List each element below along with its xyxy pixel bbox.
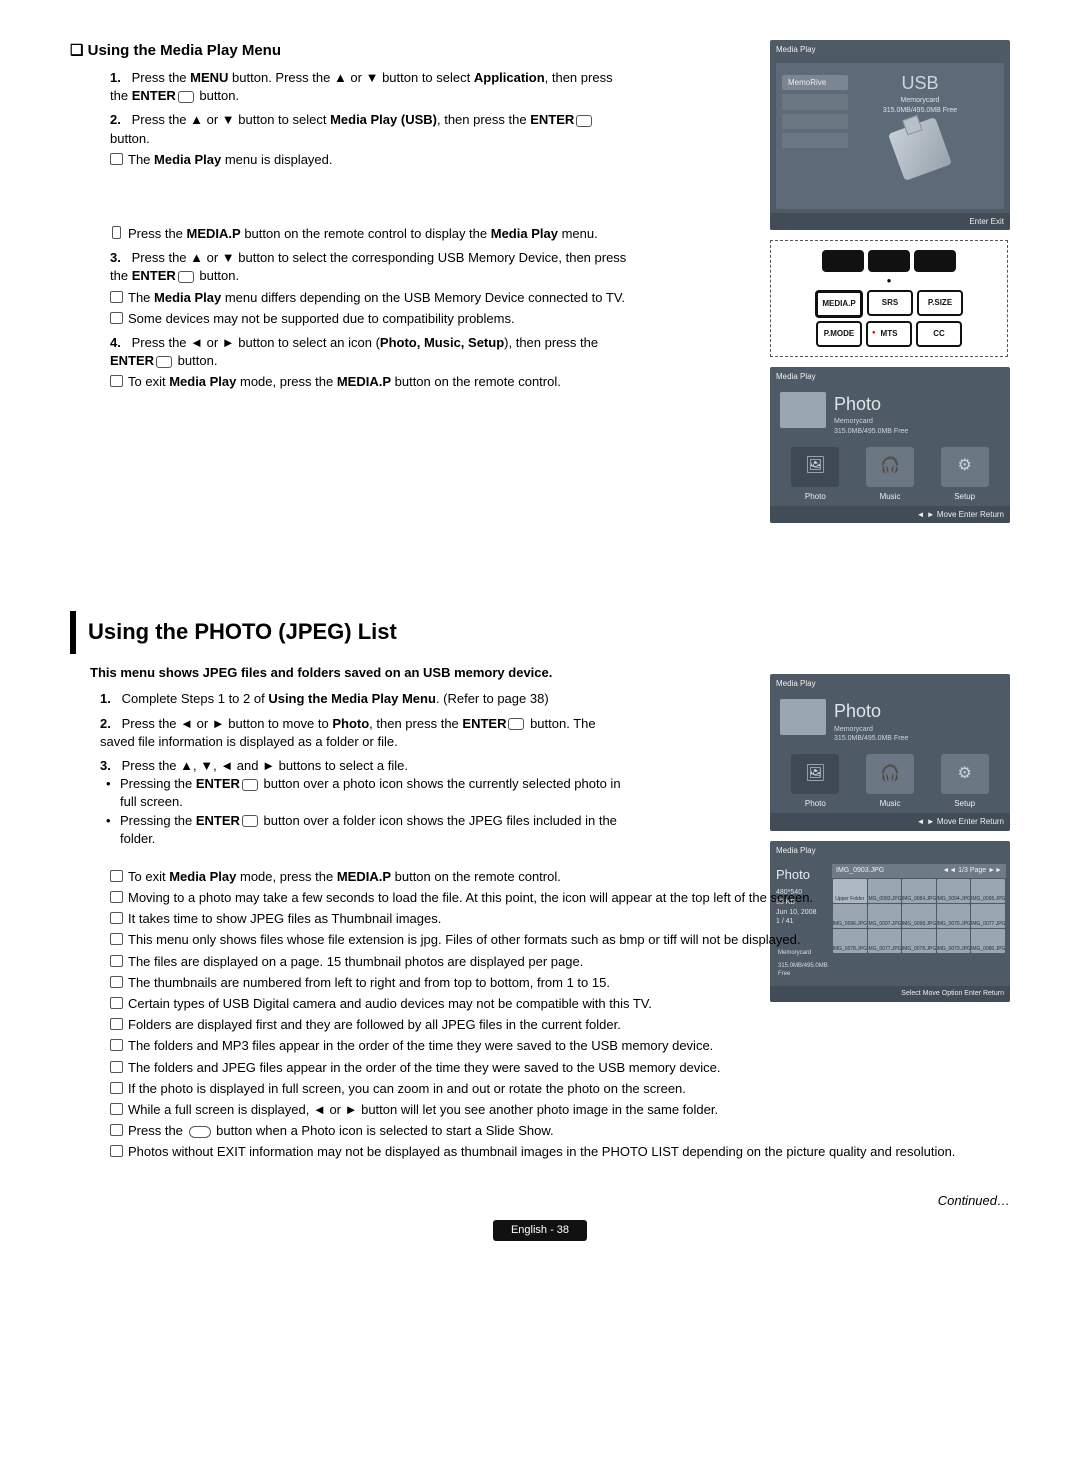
menu-music-icon-2: 🎧Music [853,754,928,809]
figure-photo-menu: Media Play Photo Memorycard 315.0MB/495.… [770,367,1010,523]
long-note-6: The thumbnails are numbered from left to… [110,974,1010,992]
section-2-long-notes: To exit Media Play mode, press the MEDIA… [70,868,1010,1162]
photo-menu-memcard-2: Memorycard [834,725,908,735]
section-2-title: Using the PHOTO (JPEG) List [70,611,1010,654]
photo-menu-title: Photo [834,392,908,417]
step-1: Press the MENU button. Press the ▲ or ▼ … [110,70,613,103]
figure-usb-screen: Media Play MemoRive USB Memorycard 315.0… [770,40,1010,230]
long-note-10: The folders and JPEG files appear in the… [110,1059,1010,1077]
fb-header: Media Play [770,841,1010,860]
long-note-11: If the photo is displayed in full screen… [110,1080,1010,1098]
fig-usb-header: Media Play [770,40,1010,59]
remote-blank-3 [914,250,956,272]
figure-remote-buttons: ● MEDIA.P SRS P.SIZE P.MODE MTS CC [770,240,1008,356]
photo-menu-title-2: Photo [834,699,908,724]
long-note-5: The files are displayed on a page. 15 th… [110,953,1010,971]
section-1-heading: Using the Media Play Menu [70,40,630,61]
menu-setup-icon-2: ⚙Setup [927,754,1002,809]
remote-cc-button: CC [916,321,962,347]
step-3: Press the ▲ or ▼ button to select the co… [110,250,626,283]
usb-title: USB [844,71,996,96]
long-note-3: It takes time to show JPEG files as Thum… [110,910,1010,928]
s2-step-2: Press the ◄ or ► button to move to Photo… [100,716,596,749]
step-4-note: To exit Media Play mode, press the MEDIA… [110,373,630,391]
photo-menu-free-2: 315.0MB/495.0MB Free [834,734,908,744]
step-3-note-a: The Media Play menu differs depending on… [110,289,630,307]
remote-srs-button: SRS [867,290,913,316]
section-2-steps: 1. Complete Steps 1 to 2 of Using the Me… [70,690,630,848]
fig-photo-header: Media Play [770,367,1010,386]
remote-blank-2 [868,250,910,272]
figure-photo-menu-2: Media Play Photo Memorycard 315.0MB/495.… [770,674,1010,830]
usb-footer: Enter Exit [770,213,1010,230]
photo-menu-free: 315.0MB/495.0MB Free [834,427,908,437]
long-note-14: Photos without EXIT information may not … [110,1143,1010,1161]
long-note-13: Press the button when a Photo icon is se… [110,1122,1010,1140]
long-note-2: Moving to a photo may take a few seconds… [110,889,1010,907]
remote-blank-1 [822,250,864,272]
remote-mts-button: MTS [866,321,912,347]
photo-menu-preview-icon-2 [780,699,826,735]
usb-tab-3 [782,114,848,129]
section-1-steps: 1. Press the MENU button. Press the ▲ or… [70,69,630,391]
page-footer: English - 38 [493,1220,587,1241]
long-note-1: To exit Media Play mode, press the MEDIA… [110,868,1010,886]
step-2-note: The Media Play menu is displayed. [110,151,630,169]
menu-setup-icon: ⚙Setup [927,447,1002,502]
remote-shortcut-note: Press the MEDIA.P button on the remote c… [110,225,630,243]
long-note-9: The folders and MP3 files appear in the … [110,1037,1010,1055]
usb-stick-icon [888,117,952,181]
step-3-note-b: Some devices may not be supported due to… [110,310,630,328]
usb-tab-2 [782,94,848,109]
s2-step-1: Complete Steps 1 to 2 of Using the Media… [122,691,549,706]
long-note-12: While a full screen is displayed, ◄ or ►… [110,1101,1010,1119]
long-note-4: This menu only shows files whose file ex… [110,931,1010,949]
menu-photo-icon: 🖼Photo [778,447,853,502]
usb-memcard: Memorycard [844,96,996,106]
continued-label: Continued… [70,1192,1010,1210]
s2-step-3: Press the ▲, ▼, ◄ and ► buttons to selec… [122,758,408,773]
menu-music-icon: 🎧Music [853,447,928,502]
menu-photo-icon-2: 🖼Photo [778,754,853,809]
photo-menu-footer-2: ◄ ► Move Enter Return [770,813,1010,830]
photo-menu-memcard: Memorycard [834,417,908,427]
remote-media-p-button: MEDIA.P [815,290,863,318]
usb-tab-memorive: MemoRive [782,75,848,90]
long-note-8: Folders are displayed first and they are… [110,1016,1010,1034]
s2-sub-1: Pressing the ENTER button over a photo i… [100,775,630,811]
step-2: Press the ▲ or ▼ button to select Media … [110,112,594,145]
remote-pmode-button: P.MODE [816,321,862,347]
photo-menu-footer: ◄ ► Move Enter Return [770,506,1010,523]
long-note-7: Certain types of USB Digital camera and … [110,995,1010,1013]
photo-menu-preview-icon [780,392,826,428]
step-4: Press the ◄ or ► button to select an ico… [110,335,598,368]
usb-free: 315.0MB/495.0MB Free [844,106,996,116]
remote-psize-button: P.SIZE [917,290,963,316]
fig-photo-header-2: Media Play [770,674,1010,693]
section-2-subtitle: This menu shows JPEG files and folders s… [70,664,630,682]
s2-sub-2: Pressing the ENTER button over a folder … [100,812,630,848]
usb-tab-4 [782,133,848,148]
